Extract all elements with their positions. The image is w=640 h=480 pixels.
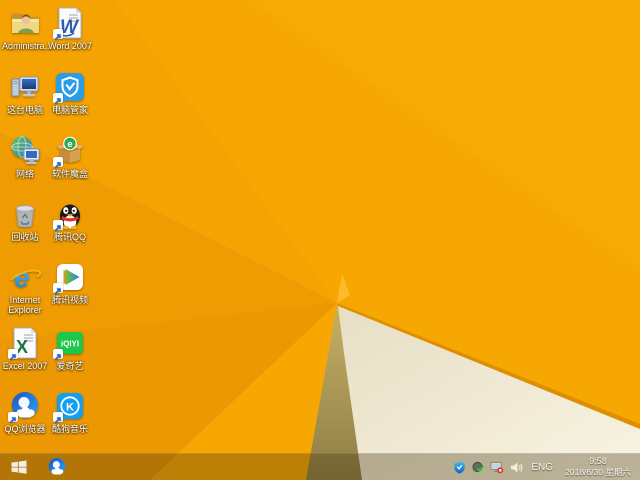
qq-browser-icon (48, 457, 66, 475)
shortcut-arrow-icon (53, 29, 63, 41)
svg-text:K: K (66, 402, 74, 414)
tencent-video-icon (53, 260, 87, 295)
language-indicator[interactable]: ENG (528, 462, 556, 473)
network-disconnected-tray-icon[interactable] (490, 460, 504, 474)
desktop-icon-user-folder[interactable]: Administra... (2, 6, 53, 68)
shortcut-arrow-icon (53, 220, 63, 232)
taskbar: ENG 9:58 2018/6/30 星期六 (0, 453, 640, 480)
desktop-icon-software-box[interactable]: e 软件魔盒 (47, 134, 93, 196)
desktop-icon-kugou-music[interactable]: K 酷狗音乐 (47, 389, 93, 451)
desktop-icon-word-2007[interactable]: W Word 2007 (47, 6, 93, 68)
shortcut-arrow-icon (53, 283, 63, 295)
kugou-music-icon: K (53, 389, 87, 424)
pc-manager-icon (53, 70, 87, 105)
security-check-tray-icon[interactable] (471, 460, 485, 474)
desktop-icon-label: 酷狗音乐 (51, 424, 88, 434)
shortcut-arrow-icon (53, 349, 63, 361)
desktop-icon-label: 网络 (15, 169, 34, 179)
desktop-icon-qq-browser[interactable]: QQ浏览器 (2, 389, 48, 451)
desktop-icon-label: 爱奇艺 (56, 361, 84, 371)
desktop-icon-label: Excel 2007 (2, 361, 48, 371)
recycle-bin-icon (8, 197, 42, 231)
svg-text:iQIYI: iQIYI (61, 340, 79, 349)
qq-browser-icon (8, 389, 42, 424)
taskbar-clock[interactable]: 9:58 2018/6/30 星期六 (561, 456, 635, 478)
desktop-icon-tencent-video[interactable]: 腾讯视频 (47, 260, 93, 322)
desktop-icon-label: QQ浏览器 (4, 424, 46, 434)
internet-explorer-icon: e (8, 260, 42, 294)
desktop-icon-tencent-qq[interactable]: 腾讯QQ (47, 197, 93, 259)
start-button[interactable] (0, 454, 38, 480)
desktop-icon-internet-explorer[interactable]: e Internet Explorer (2, 260, 48, 322)
shortcut-arrow-icon (53, 157, 63, 169)
desktop-icon-label: 软件魔盒 (51, 169, 88, 179)
shortcut-arrow-icon (8, 412, 18, 424)
windows-logo-icon (11, 460, 27, 474)
desktop-icon-network[interactable]: 网络 (2, 134, 48, 196)
desktop[interactable]: Administra... W Word 2007 这台电脑 电脑管家 网络 e… (0, 0, 640, 480)
shortcut-arrow-icon (53, 412, 63, 424)
desktop-icon-label: Word 2007 (48, 41, 92, 51)
clock-time: 9:58 (589, 456, 607, 466)
user-folder-icon (8, 6, 42, 40)
software-box-icon: e (53, 134, 87, 169)
network-icon (8, 134, 42, 168)
taskbar-pinned-qq-browser[interactable] (42, 454, 72, 480)
desktop-icon-label: Administra... (2, 41, 53, 51)
svg-text:e: e (67, 139, 72, 150)
this-pc-icon (8, 70, 42, 104)
desktop-icon-recycle-bin[interactable]: 回收站 (2, 197, 48, 259)
svg-text:e: e (14, 262, 30, 293)
desktop-icon-label: 回收站 (11, 232, 39, 242)
desktop-icon-this-pc[interactable]: 这台电脑 (2, 70, 48, 132)
shortcut-arrow-icon (8, 349, 18, 361)
excel-2007-icon: X (8, 326, 42, 361)
desktop-icon-label: 电脑管家 (51, 105, 88, 115)
shortcut-arrow-icon (53, 93, 63, 105)
desktop-icon-pc-manager[interactable]: 电脑管家 (47, 70, 93, 132)
desktop-icon-label: 腾讯QQ (53, 232, 86, 242)
word-2007-icon: W (53, 6, 87, 41)
system-tray: ENG 9:58 2018/6/30 星期六 (452, 456, 640, 478)
desktop-icon-label: 这台电脑 (6, 105, 43, 115)
iqiyi-icon: iQIYI (53, 326, 87, 361)
pc-manager-tray-icon[interactable] (452, 460, 466, 474)
volume-tray-icon[interactable] (509, 460, 523, 474)
desktop-icon-label: Internet Explorer (8, 295, 42, 315)
tencent-qq-icon (53, 197, 87, 232)
desktop-icon-label: 腾讯视频 (51, 295, 88, 305)
wallpaper (0, 0, 640, 480)
desktop-icon-excel-2007[interactable]: X Excel 2007 (2, 326, 48, 388)
clock-date: 2018/6/30 星期六 (565, 467, 631, 477)
desktop-icon-iqiyi[interactable]: iQIYI 爱奇艺 (47, 326, 93, 388)
